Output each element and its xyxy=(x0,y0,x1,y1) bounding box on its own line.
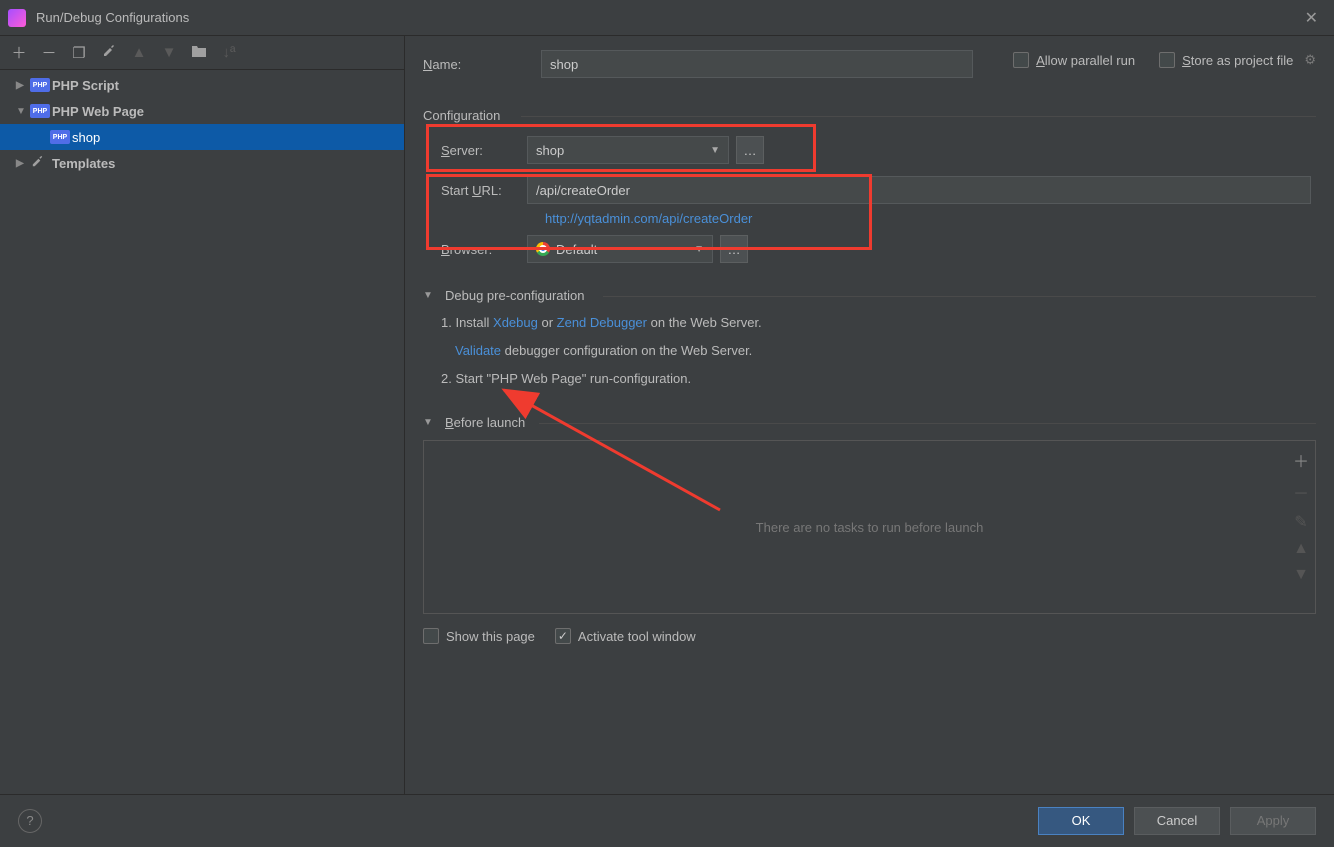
checkbox-checked-icon: ✓ xyxy=(555,628,571,644)
folder-icon[interactable] xyxy=(190,44,208,62)
sort-icon[interactable]: ↓ª xyxy=(220,44,238,61)
task-remove-icon[interactable]: － xyxy=(1293,480,1309,504)
debug-preconfig-body: 1. Install Xdebug or Zend Debugger on th… xyxy=(423,313,1316,389)
add-config-icon[interactable]: ＋ xyxy=(10,42,28,63)
config-section: Server: shop ▼ … Start URL: http://yqtad… xyxy=(423,133,1316,266)
cancel-button[interactable]: Cancel xyxy=(1134,807,1220,835)
chevron-down-icon: ▼ xyxy=(710,145,720,156)
tree-label: PHP Script xyxy=(52,78,119,93)
start-url-row: Start URL: xyxy=(441,173,1316,207)
debug-step-1: 1. Install Xdebug or Zend Debugger on th… xyxy=(441,313,1316,333)
app-icon xyxy=(8,9,26,27)
chevron-down-icon: ▼ xyxy=(423,290,435,301)
chrome-icon xyxy=(536,242,550,256)
tree-node-shop[interactable]: PHP shop xyxy=(0,124,404,150)
sidebar: ＋ － ❐ ▲ ▼ ↓ª ▶ PHP PHP Script ▼ PHP PHP … xyxy=(0,36,405,794)
edit-config-icon[interactable] xyxy=(100,43,118,63)
chevron-right-icon: ▶ xyxy=(16,80,30,91)
resolved-url-link[interactable]: http://yqtadmin.com/api/createOrder xyxy=(545,207,1316,232)
name-label: Name: xyxy=(423,57,523,72)
ok-button[interactable]: OK xyxy=(1038,807,1124,835)
before-launch-body: There are no tasks to run before launch … xyxy=(423,440,1316,658)
top-right-options: Allow parallel run Store as project file… xyxy=(1013,52,1316,68)
task-up-icon[interactable]: ▲ xyxy=(1293,540,1309,558)
validate-link[interactable]: Validate xyxy=(455,343,501,358)
php-web-icon: PHP xyxy=(50,130,70,144)
xdebug-link[interactable]: Xdebug xyxy=(493,315,538,330)
config-tree: ▶ PHP PHP Script ▼ PHP PHP Web Page PHP … xyxy=(0,70,404,176)
tree-node-php-web-page[interactable]: ▼ PHP PHP Web Page xyxy=(0,98,404,124)
browser-value: Default xyxy=(556,242,597,257)
gear-icon[interactable]: ⚙ xyxy=(1304,52,1316,68)
tasks-empty-text: There are no tasks to run before launch xyxy=(756,520,984,535)
chevron-down-icon: ▼ xyxy=(423,417,435,428)
chevron-right-icon: ▶ xyxy=(16,158,30,169)
section-title: Debug pre-configuration xyxy=(445,288,584,303)
move-down-icon[interactable]: ▼ xyxy=(160,44,178,61)
tree-node-templates[interactable]: ▶ Templates xyxy=(0,150,404,176)
allow-parallel-checkbox[interactable]: Allow parallel run xyxy=(1013,52,1135,68)
server-browse-button[interactable]: … xyxy=(736,136,764,164)
chevron-down-icon: ▼ xyxy=(16,106,30,117)
checkbox-icon xyxy=(1013,52,1029,68)
checkbox-label: Activate tool window xyxy=(578,629,696,644)
bottom-options: Show this page ✓ Activate tool window xyxy=(423,614,1316,658)
server-row: Server: shop ▼ … xyxy=(441,133,1316,167)
tree-label: PHP Web Page xyxy=(52,104,144,119)
window-title: Run/Debug Configurations xyxy=(36,10,1297,25)
close-icon[interactable]: ✕ xyxy=(1297,8,1326,28)
checkbox-label: Show this page xyxy=(446,629,535,644)
server-label: Server: xyxy=(441,143,527,158)
server-value: shop xyxy=(536,143,564,158)
tasks-side-toolbar: ＋ － ✎ ▲ ▼ xyxy=(1288,442,1314,656)
php-icon: PHP xyxy=(30,78,50,92)
tree-node-php-script[interactable]: ▶ PHP PHP Script xyxy=(0,72,404,98)
apply-button[interactable]: Apply xyxy=(1230,807,1316,835)
show-page-checkbox[interactable]: Show this page xyxy=(423,628,535,644)
remove-config-icon[interactable]: － xyxy=(40,42,58,63)
wrench-icon xyxy=(30,154,45,172)
help-button[interactable]: ? xyxy=(18,809,42,833)
debug-step-2: 2. Start "PHP Web Page" run-configuratio… xyxy=(441,369,1316,389)
task-edit-icon[interactable]: ✎ xyxy=(1294,512,1307,532)
move-up-icon[interactable]: ▲ xyxy=(130,44,148,61)
content-panel: Name: Allow parallel run Store as projec… xyxy=(405,36,1334,794)
main-area: ＋ － ❐ ▲ ▼ ↓ª ▶ PHP PHP Script ▼ PHP PHP … xyxy=(0,36,1334,794)
browser-select[interactable]: Default ▼ xyxy=(527,235,713,263)
tree-label: shop xyxy=(72,130,100,145)
config-legend: Configuration xyxy=(423,108,1316,123)
task-down-icon[interactable]: ▼ xyxy=(1293,566,1309,584)
browser-label: Browser: xyxy=(441,242,527,257)
debug-preconfig-header[interactable]: ▼ Debug pre-configuration xyxy=(423,288,1316,303)
before-launch-header[interactable]: ▼ Before launch xyxy=(423,415,1316,430)
zend-link[interactable]: Zend Debugger xyxy=(557,315,647,330)
debug-validate-line: Validate debugger configuration on the W… xyxy=(441,341,1316,361)
checkbox-label: Allow parallel run xyxy=(1036,53,1135,68)
server-select[interactable]: shop ▼ xyxy=(527,136,729,164)
task-add-icon[interactable]: ＋ xyxy=(1293,448,1309,472)
checkbox-label: Store as project file xyxy=(1182,53,1293,68)
checkbox-icon xyxy=(423,628,439,644)
titlebar: Run/Debug Configurations ✕ xyxy=(0,0,1334,36)
sidebar-toolbar: ＋ － ❐ ▲ ▼ ↓ª xyxy=(0,36,404,70)
tasks-empty-box: There are no tasks to run before launch … xyxy=(423,440,1316,614)
section-title: Before launch xyxy=(445,415,525,430)
checkbox-icon xyxy=(1159,52,1175,68)
footer: ? OK Cancel Apply xyxy=(0,794,1334,846)
browser-row: Browser: Default ▼ … xyxy=(441,232,1316,266)
activate-tool-checkbox[interactable]: ✓ Activate tool window xyxy=(555,628,696,644)
start-url-label: Start URL: xyxy=(441,183,527,198)
browser-browse-button[interactable]: … xyxy=(720,235,748,263)
name-input[interactable] xyxy=(541,50,973,78)
tree-label: Templates xyxy=(52,156,115,171)
chevron-down-icon: ▼ xyxy=(694,244,704,255)
store-project-checkbox[interactable]: Store as project file ⚙ xyxy=(1159,52,1316,68)
start-url-input[interactable] xyxy=(527,176,1311,204)
copy-config-icon[interactable]: ❐ xyxy=(70,44,88,62)
php-web-icon: PHP xyxy=(30,104,50,118)
